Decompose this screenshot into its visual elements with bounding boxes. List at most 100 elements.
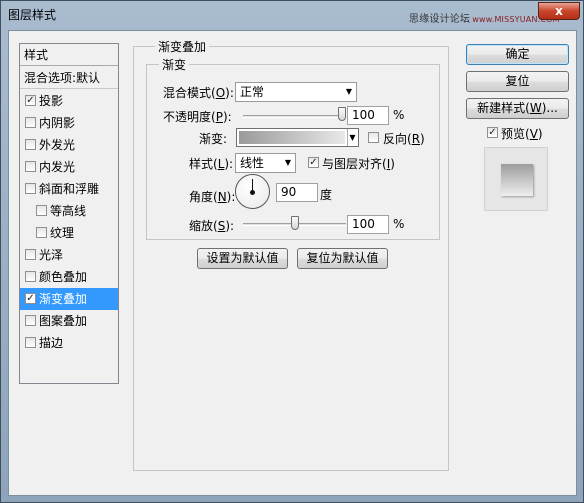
checkbox-drop-shadow[interactable]: ✓ [25, 95, 36, 106]
window-title: 图层样式 [8, 8, 57, 22]
opacity-slider-track[interactable] [243, 115, 346, 118]
title-bar[interactable]: 图层样式 思缘设计论坛 www.MISSYUAN.COM x [1, 1, 583, 29]
new-style-button[interactable]: 新建样式(W)... [466, 98, 569, 119]
blend-mode-value: 正常 [240, 85, 265, 99]
subgroup-title: 渐变 [159, 56, 190, 73]
list-item-inner-shadow[interactable]: 内阴影 [20, 112, 118, 134]
preview-swatch [501, 164, 533, 196]
preview-key: V [529, 127, 538, 141]
list-item-label: 描边 [39, 336, 64, 350]
list-item-color-overlay[interactable]: 颜色叠加 [20, 266, 118, 288]
new-style-suffix: )... [541, 101, 558, 115]
gradient-label: 渐变: [199, 132, 228, 146]
angle-text: 角度( [189, 190, 218, 204]
list-item-bevel-emboss[interactable]: 斜面和浮雕 [20, 178, 118, 200]
checkbox-gradient-overlay[interactable]: ✓ [25, 293, 36, 304]
blend-mode-text: 混合模式( [163, 86, 216, 100]
align-text: 与图层对齐( [322, 157, 387, 171]
make-default-button[interactable]: 设置为默认值 [197, 248, 288, 269]
list-item-stroke[interactable]: 描边 [20, 332, 118, 354]
list-header-styles[interactable]: 样式 [20, 44, 118, 66]
list-item-outer-glow[interactable]: 外发光 [20, 134, 118, 156]
style-key: L [217, 157, 225, 171]
style-text: 样式( [189, 157, 218, 171]
list-item-label: 渐变叠加 [39, 292, 88, 306]
scale-input[interactable]: 100 [347, 215, 389, 234]
layer-style-dialog: 图层样式 思缘设计论坛 www.MISSYUAN.COM x 样式 混合选项:默认… [0, 0, 584, 503]
checkbox-bevel-emboss[interactable] [25, 183, 36, 194]
preview-label[interactable]: 预览(V) [501, 125, 543, 142]
list-item-pattern-overlay[interactable]: 图案叠加 [20, 310, 118, 332]
list-item-label: 内发光 [39, 160, 76, 174]
blend-mode-label: 混合模式(O): [163, 86, 234, 100]
reset-button[interactable]: 复位 [466, 71, 569, 92]
reverse-key: R [411, 132, 421, 146]
scale-percent: % [393, 217, 405, 231]
style-label: 样式(L): [189, 157, 234, 171]
opacity-text: 不透明度( [163, 110, 216, 124]
reverse-label[interactable]: 反向(R) [383, 130, 425, 147]
align-with-layer-label[interactable]: 与图层对齐(I) [322, 155, 395, 172]
list-item-blend-options[interactable]: 混合选项:默认 [20, 67, 118, 89]
style-preview [484, 147, 548, 211]
blend-mode-key: O [215, 86, 226, 100]
watermark-text: 思缘设计论坛 [409, 14, 471, 25]
list-item-contour[interactable]: 等高线 [20, 200, 118, 222]
style-select[interactable]: 线性 ▼ [235, 153, 296, 173]
opacity-label: 不透明度(P): [163, 110, 232, 124]
scale-text: 缩放( [189, 219, 218, 233]
list-item-label: 纹理 [50, 226, 75, 240]
opacity-percent: % [393, 108, 405, 122]
list-item-label: 投影 [39, 94, 64, 108]
align-with-layer-checkbox[interactable]: ✓ [308, 157, 319, 168]
gradient-picker[interactable]: ▼ [236, 128, 359, 147]
list-item-label: 颜色叠加 [39, 270, 88, 284]
checkbox-color-overlay[interactable] [25, 271, 36, 282]
dropdown-arrow-icon[interactable]: ▼ [347, 129, 357, 146]
list-item-drop-shadow[interactable]: ✓ 投影 [20, 90, 118, 112]
checkbox-satin[interactable] [25, 249, 36, 260]
list-item-label: 光泽 [39, 248, 64, 262]
close-button[interactable]: x [538, 2, 580, 20]
list-item-label: 图案叠加 [39, 314, 88, 328]
style-value: 线性 [240, 156, 265, 170]
angle-dial[interactable] [235, 174, 270, 209]
reverse-text: 反向( [383, 132, 412, 146]
list-item-label: 内阴影 [39, 116, 76, 130]
blend-mode-select[interactable]: 正常 ▼ [235, 82, 357, 102]
opacity-input[interactable]: 100 [347, 106, 389, 125]
new-style-key: W [529, 101, 542, 115]
list-item-label: 斜面和浮雕 [39, 182, 100, 196]
checkbox-contour[interactable] [36, 205, 47, 216]
preview-text: 预览( [501, 127, 530, 141]
list-item-satin[interactable]: 光泽 [20, 244, 118, 266]
angle-input[interactable]: 90 [276, 183, 318, 202]
checkbox-pattern-overlay[interactable] [25, 315, 36, 326]
angle-hub [250, 190, 255, 195]
reset-to-default-button[interactable]: 复位为默认值 [297, 248, 388, 269]
reverse-checkbox[interactable] [368, 132, 379, 143]
scale-label: 缩放(S): [189, 219, 235, 233]
angle-unit: 度 [320, 188, 333, 202]
scale-key: S [217, 219, 226, 233]
style-list: 样式 混合选项:默认 ✓ 投影 内阴影 外发光 内发光 斜面和浮雕 等高线 纹理 … [19, 43, 119, 384]
angle-label: 角度(N): [189, 190, 236, 204]
checkbox-outer-glow[interactable] [25, 139, 36, 150]
checkbox-inner-shadow[interactable] [25, 117, 36, 128]
group-title: 渐变叠加 [155, 38, 210, 55]
opacity-key: P [215, 110, 223, 124]
close-icon: x [555, 4, 563, 18]
checkbox-texture[interactable] [36, 227, 47, 238]
list-item-inner-glow[interactable]: 内发光 [20, 156, 118, 178]
opacity-slider-thumb[interactable] [338, 107, 346, 121]
checkbox-inner-glow[interactable] [25, 161, 36, 172]
scale-slider-thumb[interactable] [290, 216, 299, 230]
list-item-gradient-overlay[interactable]: ✓ 渐变叠加 [20, 288, 118, 310]
list-item-texture[interactable]: 纹理 [20, 222, 118, 244]
preview-checkbox[interactable]: ✓ [487, 127, 498, 138]
align-key: I [386, 157, 391, 171]
gradient-preview [239, 131, 345, 144]
checkbox-stroke[interactable] [25, 337, 36, 348]
dropdown-arrow-icon: ▼ [284, 158, 291, 167]
ok-button[interactable]: 确定 [466, 44, 569, 65]
